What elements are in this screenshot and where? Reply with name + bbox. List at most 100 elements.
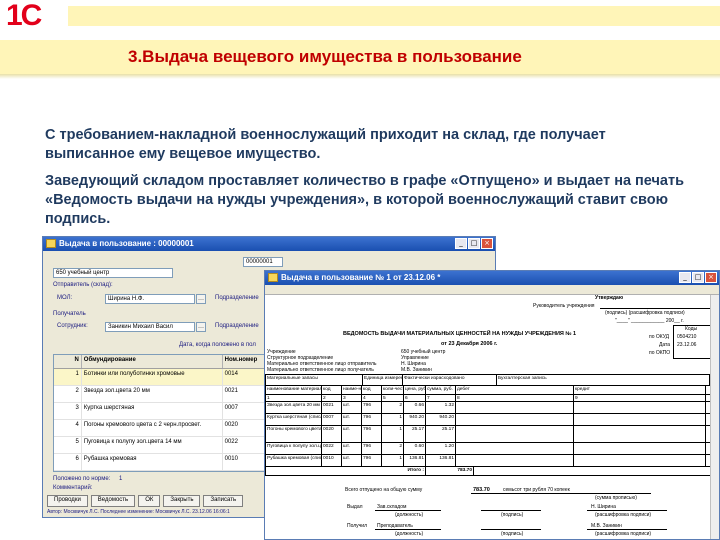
top-bar: 1С bbox=[0, 0, 720, 40]
header-cell: 8 bbox=[456, 395, 574, 401]
maximize-icon[interactable]: □ bbox=[692, 272, 704, 283]
status-line: Автор: Москвичук Л.С. Последнее изменени… bbox=[47, 509, 230, 515]
cell: 796 bbox=[362, 426, 382, 442]
save-button[interactable]: Записать bbox=[203, 495, 244, 507]
cell bbox=[456, 414, 574, 425]
cell: 2 bbox=[382, 402, 404, 413]
cell bbox=[574, 402, 706, 413]
header-cell: 4 bbox=[362, 395, 382, 401]
sign-line bbox=[375, 529, 441, 530]
statement-button[interactable]: Ведомость bbox=[90, 495, 136, 507]
window1-titlebar[interactable]: Выдача в пользование : 00000001 _ □ × bbox=[43, 237, 495, 251]
cell: шт. bbox=[342, 443, 362, 454]
cell: Звезда зол.цвета 20 мм (списано при выда… bbox=[266, 402, 322, 413]
row-n: 3 bbox=[54, 403, 82, 419]
cell: шт. bbox=[342, 402, 362, 413]
close-button[interactable]: Закрыть bbox=[163, 495, 201, 507]
cell bbox=[574, 455, 706, 466]
total-row: Итого : 783.70 bbox=[266, 467, 710, 475]
cell: 0007 bbox=[322, 414, 342, 425]
row-n: 2 bbox=[54, 386, 82, 402]
ok-button[interactable]: ОК bbox=[138, 495, 161, 507]
okpo-label: по ОКПО bbox=[649, 350, 671, 356]
postings-button[interactable]: Проводки bbox=[47, 495, 88, 507]
paragraph-2: Заведующий складом проставляет количеств… bbox=[45, 173, 684, 227]
sum-line bbox=[471, 493, 651, 494]
total-filler bbox=[474, 467, 710, 475]
vertical-scrollbar[interactable] bbox=[710, 295, 719, 539]
select-icon[interactable]: … bbox=[196, 294, 206, 304]
col-n[interactable]: N bbox=[54, 355, 82, 368]
sign-caption: (подпись) (расшифровка подписи) bbox=[605, 310, 685, 316]
employee-field[interactable]: Заникин Михаил Васил bbox=[105, 322, 195, 332]
date-label: Дата, когда положено в пол bbox=[179, 342, 256, 348]
header-cell: Бухгалтерская запись bbox=[497, 375, 710, 385]
field-value: М.В. Заникин bbox=[401, 367, 432, 373]
sign-line bbox=[481, 529, 541, 530]
statement-print-window[interactable]: Выдача в пользование № 1 от 23.12.06 * _… bbox=[264, 270, 720, 540]
header-cell: 3 bbox=[342, 395, 362, 401]
okud-value: 0504210 bbox=[677, 334, 697, 340]
cell: 1.20 bbox=[426, 443, 456, 454]
cell: 940.20 bbox=[404, 414, 426, 425]
sign-line bbox=[600, 308, 710, 309]
head-label: Руководитель учреждения bbox=[533, 303, 595, 309]
window1-title: Выдача в пользование : 00000001 bbox=[59, 239, 194, 248]
norm-label: Положено по норме: bbox=[53, 476, 111, 482]
cell: 796 bbox=[362, 455, 382, 466]
slide-title: 3.Выдача вещевого имущества в пользовани… bbox=[128, 47, 522, 66]
window2-title: Выдача в пользование № 1 от 23.12.06 * bbox=[281, 273, 441, 282]
paragraph-1: С требованием-накладной военнослужащий п… bbox=[45, 127, 606, 162]
maximize-icon[interactable]: □ bbox=[468, 238, 480, 249]
header-cell: 2 bbox=[322, 395, 342, 401]
date-line: "____" ____________ 200__ г. bbox=[615, 318, 684, 324]
sign-line bbox=[587, 529, 667, 530]
cell: 0020 bbox=[322, 426, 342, 442]
okud-label: по ОКУД bbox=[649, 334, 670, 340]
caption-decode: (расшифровка подписи) bbox=[595, 531, 652, 537]
cell bbox=[456, 455, 574, 466]
cell: 940.20 bbox=[426, 414, 456, 425]
close-icon[interactable]: × bbox=[481, 238, 493, 249]
table-header: наименование материала код наиме-нование… bbox=[266, 386, 710, 395]
statement-table: Материальные запасы Единица измерения Фа… bbox=[265, 374, 711, 476]
caption-sign: (подпись) bbox=[501, 512, 524, 518]
total-label: Итого : bbox=[266, 467, 426, 475]
col-name[interactable]: Обмундирование bbox=[82, 355, 223, 368]
cell: шт. bbox=[342, 455, 362, 466]
cell: Рубашка кремовая (списано при выдаче) bbox=[266, 455, 322, 466]
logo: 1С bbox=[6, 0, 64, 32]
number-field[interactable]: 00000001 bbox=[243, 257, 283, 267]
row-name: Рубашка кремовая bbox=[82, 454, 223, 470]
table-row: Куртка шерстяная (списано при выдаче) 00… bbox=[266, 414, 710, 426]
sign-line bbox=[481, 510, 541, 511]
norm-value: 1 bbox=[119, 476, 123, 482]
row-n: 6 bbox=[54, 454, 82, 470]
close-icon[interactable]: × bbox=[705, 272, 717, 283]
approve-label: Утверждаю bbox=[595, 295, 624, 301]
issued-label: Выдал bbox=[347, 504, 363, 510]
date-code-value: 23.12.06 bbox=[677, 342, 697, 348]
mol-field[interactable]: Ширина Н.Ф. bbox=[105, 294, 195, 304]
cell: 0.66 bbox=[404, 402, 426, 413]
cell: 1.32 bbox=[426, 402, 456, 413]
table-header: Материальные запасы Единица измерения Фа… bbox=[266, 375, 710, 386]
table-row: Погоны кремового цвета с двумя черными п… bbox=[266, 426, 710, 443]
select-icon[interactable]: … bbox=[196, 322, 206, 332]
statement-document: Утверждаю Руководитель учреждения (подпи… bbox=[265, 295, 719, 539]
field-label: Материально ответственное лицо получател… bbox=[267, 367, 374, 373]
cell bbox=[574, 414, 706, 425]
table-row: Звезда зол.цвета 20 мм (списано при выда… bbox=[266, 402, 710, 414]
cell: 1 bbox=[382, 414, 404, 425]
cell: 796 bbox=[362, 414, 382, 425]
cell bbox=[456, 443, 574, 454]
table-header: 1 2 3 4 5 6 7 8 9 bbox=[266, 395, 710, 402]
minimize-icon[interactable]: _ bbox=[679, 272, 691, 283]
title-shadow bbox=[0, 74, 720, 79]
table-row: Пуговица к полупу зол.цвета 14 мм (списа… bbox=[266, 443, 710, 455]
cell: 796 bbox=[362, 402, 382, 413]
window2-titlebar[interactable]: Выдача в пользование № 1 от 23.12.06 * _… bbox=[265, 271, 719, 285]
org-field[interactable]: 650 учебный центр bbox=[53, 268, 173, 278]
header-cell: 9 bbox=[574, 395, 706, 401]
minimize-icon[interactable]: _ bbox=[455, 238, 467, 249]
